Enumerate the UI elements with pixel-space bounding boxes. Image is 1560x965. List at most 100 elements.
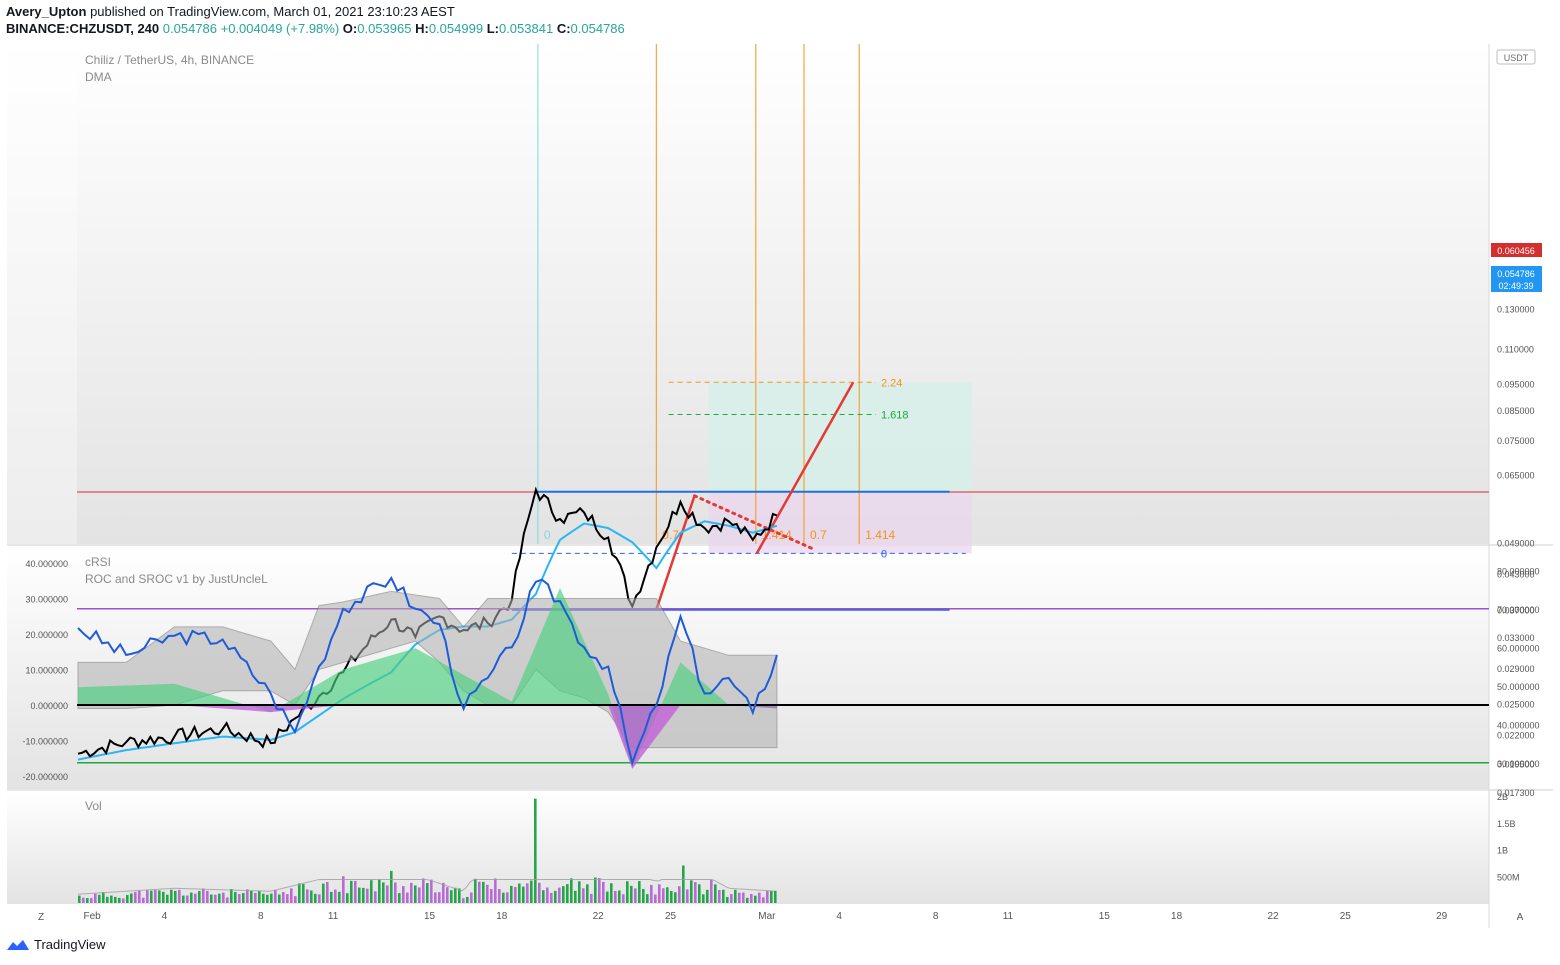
- volume-bar: [530, 880, 533, 903]
- volume-bar: [578, 881, 581, 903]
- volume-bar: [630, 885, 633, 903]
- time-axis[interactable]: [7, 904, 1553, 928]
- volume-bar: [406, 892, 409, 903]
- volume-bar: [374, 891, 377, 903]
- volume-bar: [314, 893, 317, 903]
- volume-bar: [290, 888, 293, 903]
- volume-bar: [302, 884, 305, 903]
- volume-bar: [462, 898, 465, 903]
- volume-bar: [90, 898, 93, 903]
- volume-bar: [626, 881, 629, 903]
- time-tick: 11: [328, 911, 339, 922]
- fib-extension-label: 2.24: [881, 377, 902, 389]
- volume-bar: [466, 896, 469, 903]
- volume-bar: [638, 881, 641, 903]
- volume-bar: [146, 890, 149, 903]
- volume-bar: [190, 892, 193, 903]
- price-tick: 0.022000: [1497, 730, 1535, 740]
- volume-bar: [702, 894, 705, 903]
- volume-bar: [110, 895, 113, 903]
- volume-bar: [414, 885, 417, 903]
- volume-bar: [426, 883, 429, 903]
- vol-pane-bg[interactable]: [7, 791, 1489, 904]
- volume-bar: [742, 892, 745, 903]
- volume-bar: [102, 892, 105, 903]
- vol-legend: Vol: [85, 799, 102, 813]
- volume-bar: [350, 880, 353, 903]
- time-tick: 4: [162, 911, 168, 922]
- volume-bar: [166, 894, 169, 903]
- volume-bar: [122, 898, 125, 903]
- price-tick: 0.075000: [1497, 436, 1535, 446]
- currency-label: USDT: [1504, 53, 1529, 63]
- chart-canvas[interactable]: 00.71.4140.71.41401.6182.24 0.1500000.13…: [0, 0, 1560, 930]
- volume-bar: [606, 891, 609, 903]
- osc-left-tick: 10.000000: [25, 666, 68, 676]
- volume-bar: [710, 879, 713, 903]
- volume-bar: [450, 890, 453, 903]
- volume-bar: [274, 889, 277, 903]
- volume-bar: [398, 893, 401, 903]
- volume-bar: [174, 890, 177, 903]
- countdown-label: 02:49:39: [1498, 281, 1533, 291]
- volume-bar: [430, 879, 433, 903]
- volume-bar: [382, 882, 385, 903]
- volume-bar: [138, 890, 141, 903]
- volume-bar: [210, 894, 213, 903]
- volume-bar: [442, 882, 445, 903]
- volume-bar: [470, 892, 473, 903]
- volume-bar: [106, 896, 109, 903]
- volume-bar: [170, 889, 173, 903]
- volume-bar: [326, 882, 329, 903]
- volume-bar: [334, 889, 337, 903]
- osc-left-tick: 30.000000: [25, 595, 68, 605]
- volume-bar: [266, 894, 269, 903]
- volume-bar: [322, 883, 325, 903]
- roc-legend: ROC and SROC v1 by JustUncleL: [85, 572, 268, 586]
- volume-bar: [222, 892, 225, 903]
- volume-bar: [98, 894, 101, 903]
- tradingview-footer[interactable]: TradingView: [6, 937, 106, 952]
- volume-bar: [214, 894, 217, 903]
- volume-bar: [650, 884, 653, 903]
- volume-bar: [338, 891, 341, 903]
- price-tick: 0.095000: [1497, 380, 1535, 390]
- volume-bar: [78, 895, 81, 903]
- volume-bar: [134, 891, 137, 903]
- volume-bar: [482, 881, 485, 903]
- volume-bar: [250, 890, 253, 903]
- volume-bar: [202, 888, 205, 903]
- volume-bar: [354, 880, 357, 903]
- volume-bar: [94, 893, 97, 903]
- volume-bar: [126, 894, 129, 903]
- price-tick: 0.033000: [1497, 633, 1535, 643]
- fib-zero-label: 0: [881, 548, 887, 560]
- volume-bar: [674, 892, 677, 903]
- volume-bar: [474, 878, 477, 903]
- fib-extension-label: 1.618: [881, 409, 909, 421]
- volume-bar: [730, 894, 733, 903]
- volume-bar: [230, 889, 233, 903]
- time-tick: 18: [1171, 911, 1183, 922]
- tradingview-brand: TradingView: [34, 937, 106, 952]
- volume-bar: [658, 884, 661, 903]
- volume-bar: [394, 882, 397, 903]
- time-tick: Feb: [83, 911, 101, 922]
- fib-time-label: 1.414: [865, 528, 895, 542]
- volume-bar: [86, 898, 89, 903]
- red-level-label: 0.060456: [1497, 246, 1535, 256]
- volume-bar: [666, 887, 669, 903]
- volume-bar: [542, 890, 545, 903]
- osc-right-tick: 60.000000: [1497, 643, 1540, 653]
- volume-bar: [318, 894, 321, 903]
- volume-bar: [330, 891, 333, 903]
- time-tick: 8: [933, 911, 939, 922]
- volume-bar: [238, 893, 241, 903]
- volume-bar: [686, 889, 689, 903]
- volume-bar: [294, 896, 297, 903]
- volume-bar: [258, 891, 261, 903]
- volume-bar: [514, 887, 517, 903]
- time-tick: 18: [496, 911, 508, 922]
- volume-bar: [754, 895, 757, 903]
- osc-right-tick: 80.000000: [1497, 566, 1540, 576]
